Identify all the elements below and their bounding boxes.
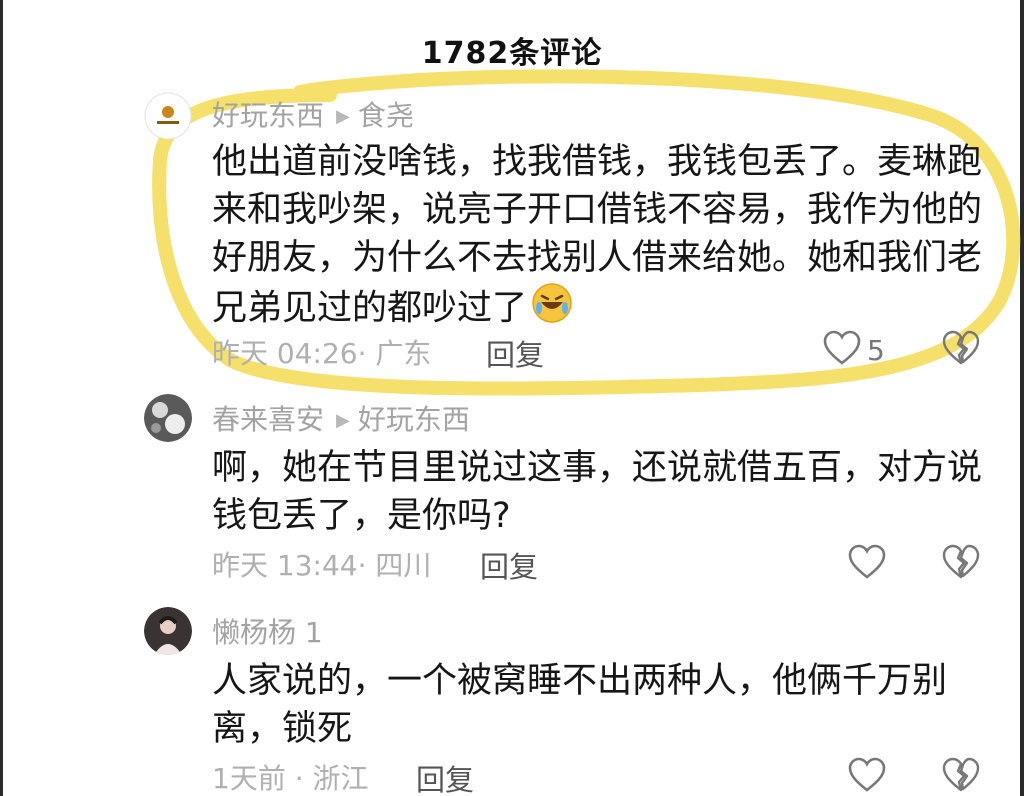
comment-text: 人家说的，一个被窝睡不出两种人，他俩千万别离，锁死 bbox=[212, 661, 948, 749]
comment-meta: 1天前 · 浙江 bbox=[212, 762, 369, 795]
like-count: 5 bbox=[867, 333, 885, 367]
broken-heart-icon bbox=[942, 544, 980, 584]
reply-button[interactable]: 回复 bbox=[416, 757, 474, 796]
author-name[interactable]: 好玩东西 bbox=[212, 99, 324, 132]
comment-meta: 昨天 04:26· 广东 bbox=[212, 337, 432, 370]
broken-heart-icon bbox=[942, 757, 980, 796]
avatar[interactable] bbox=[144, 92, 192, 140]
heart-icon bbox=[848, 757, 886, 796]
dislike-button[interactable] bbox=[942, 544, 980, 584]
reply-button[interactable]: 回复 bbox=[486, 332, 544, 374]
like-button[interactable] bbox=[848, 544, 886, 584]
reply-to-name[interactable]: 好玩东西 bbox=[358, 403, 470, 436]
broken-heart-icon bbox=[942, 330, 980, 370]
author-name[interactable]: 懒杨杨 1 bbox=[212, 616, 323, 649]
avatar[interactable] bbox=[144, 607, 192, 655]
dislike-button[interactable] bbox=[942, 757, 980, 796]
comment-text: 啊，她在节目里说过这事，还说就借五百，对方说钱包丢了，是你吗? bbox=[212, 448, 983, 536]
screen-edge-left bbox=[0, 0, 3, 796]
heart-icon bbox=[848, 544, 886, 584]
author-line: 春来喜安 ▶ 好玩东西 bbox=[212, 398, 470, 438]
reply-button[interactable]: 回复 bbox=[480, 544, 538, 586]
heart-icon bbox=[823, 330, 861, 370]
dislike-button[interactable] bbox=[942, 330, 980, 370]
comment-item: 懒杨杨 1 人家说的，一个被窝睡不出两种人，他俩千万别离，锁死 1天前 · 浙江… bbox=[140, 607, 1000, 796]
reply-arrow-icon: ▶ bbox=[336, 410, 350, 431]
author-name[interactable]: 春来喜安 bbox=[212, 403, 324, 436]
like-button[interactable]: 5 bbox=[823, 330, 885, 370]
author-line: 好玩东西 ▶ 食尧 bbox=[212, 94, 414, 134]
comment-text: 他出道前没啥钱，找我借钱，我钱包丢了。麦琳跑来和我吵架，说亮子开口借钱不容易，我… bbox=[212, 138, 982, 337]
comment-count-title: 1782条评论 bbox=[421, 36, 603, 71]
comment-meta: 昨天 13:44· 四川 bbox=[212, 549, 432, 582]
reply-to-name[interactable]: 食尧 bbox=[358, 99, 414, 132]
reply-arrow-icon: ▶ bbox=[336, 106, 350, 127]
rolling-on-floor-laughing-emoji bbox=[531, 282, 573, 337]
author-line: 懒杨杨 1 bbox=[212, 611, 323, 651]
screen-edge-right bbox=[1020, 0, 1024, 796]
like-button[interactable] bbox=[848, 757, 886, 796]
avatar[interactable] bbox=[144, 394, 192, 442]
comment-item: 春来喜安 ▶ 好玩东西 啊，她在节目里说过这事，还说就借五百，对方说钱包丢了，是你吗… bbox=[140, 394, 1000, 594]
comment-item: 好玩东西 ▶ 食尧 他出道前没啥钱，找我借钱，我钱包丢了。麦琳跑来和我吵架，说亮子开… bbox=[140, 92, 1000, 382]
